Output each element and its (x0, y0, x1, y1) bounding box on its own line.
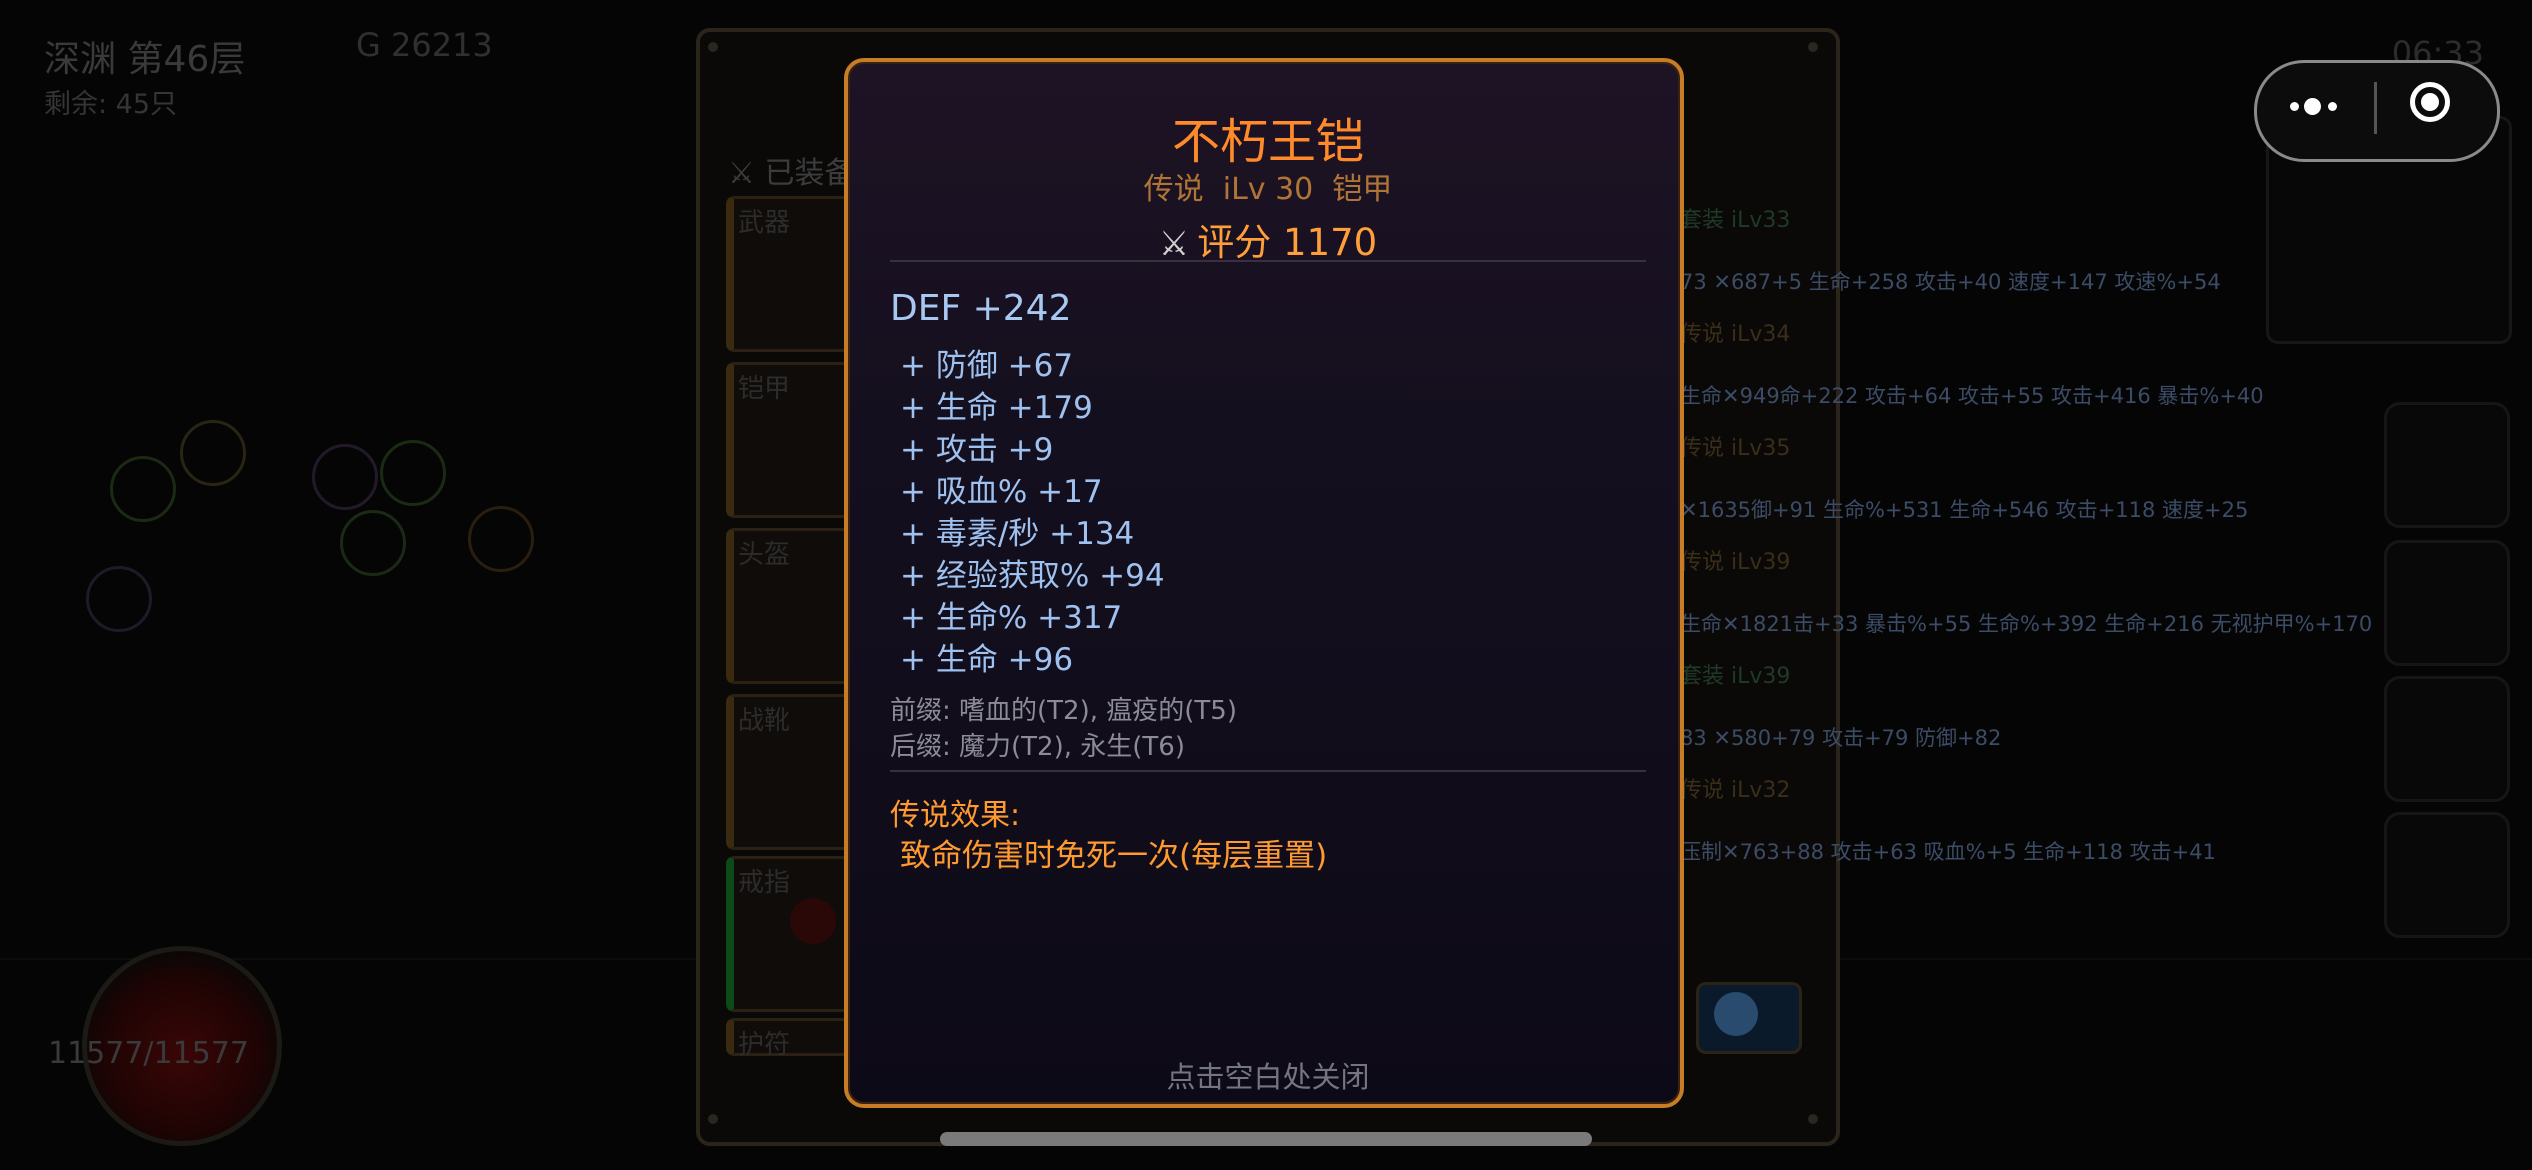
divider (890, 260, 1646, 262)
play-icon (1714, 992, 1758, 1036)
slot-label: 戒指 (738, 868, 791, 898)
slot-label: 护符 (738, 1030, 791, 1060)
slot-label: 铠甲 (738, 374, 791, 404)
legendary-effect-title: 传说效果: (890, 798, 1021, 833)
item-row-tag: 传说 iLv32 (1680, 778, 1791, 803)
stat-line: + 生命 +179 (900, 390, 1093, 426)
crossed-swords-icon: ⚔ (728, 156, 755, 191)
slot-label: 头盔 (738, 540, 791, 570)
stat-line: + 毒素/秒 +134 (900, 516, 1135, 552)
map-node (380, 440, 446, 506)
slot-label: 战靴 (738, 706, 791, 736)
panel-rivet (708, 1114, 718, 1124)
stat-line: + 生命% +317 (900, 600, 1123, 636)
stat-line: + 吸血% +17 (900, 474, 1103, 510)
slot-label: 武器 (738, 208, 791, 238)
mail-button[interactable] (2384, 812, 2510, 938)
stat-line: + 攻击 +9 (900, 432, 1054, 468)
gold-counter: G 26213 (356, 26, 493, 64)
more-dots-icon[interactable] (2282, 80, 2358, 136)
map-node (312, 444, 378, 510)
map-node (86, 566, 152, 632)
target-close-dot (2421, 93, 2439, 111)
stat-line: + 生命 +96 (900, 642, 1074, 678)
item-row-stats[interactable]: 83 ✕580+79 攻击+79 防御+82 (1680, 722, 2001, 752)
home-button[interactable] (2384, 402, 2510, 528)
map-node (340, 510, 406, 576)
item-row-stats[interactable]: 生命✕949命+222 攻击+64 攻击+55 攻击+416 暴击%+40 (1680, 380, 2264, 410)
item-row-tag: 传说 iLv39 (1680, 550, 1791, 575)
home-indicator[interactable] (940, 1132, 1592, 1146)
stat-line: + 经验获取% +94 (900, 558, 1165, 594)
divider (890, 770, 1646, 772)
map-node (468, 506, 534, 572)
hp-text: 11577/11577 (48, 1036, 249, 1071)
main-stat: DEF +242 (890, 288, 1072, 329)
map-node (180, 420, 246, 486)
item-row-tag: 套装 iLv33 (1680, 208, 1791, 233)
map-node (110, 456, 176, 522)
capsule-divider (2374, 82, 2377, 134)
panel-rivet (1808, 1114, 1818, 1124)
stat-line: + 防御 +67 (900, 348, 1074, 384)
item-row-stats[interactable]: 73 ✕687+5 生命+258 攻击+40 速度+147 攻速%+54 (1680, 266, 2221, 296)
remaining-enemies: 剩余: 45只 (44, 89, 178, 120)
ring-gem-icon (790, 898, 836, 944)
item-name: 不朽王铠 (1171, 114, 1364, 170)
prefix-text: 前缀: 嗜血的(T2), 瘟疫的(T5) (890, 696, 1237, 726)
item-score: ⚔ 评分 1170 (1158, 221, 1378, 264)
panel-rivet (1808, 42, 1818, 52)
item-row-tag: 传说 iLv34 (1680, 322, 1791, 347)
item-row-stats[interactable]: 生命✕1821击+33 暴击%+55 生命%+392 生命+216 无视护甲%+… (1680, 608, 2372, 638)
item-row-stats[interactable]: ✕1635御+91 生命%+531 生命+546 攻击+118 速度+25 (1680, 494, 2248, 524)
close-hint[interactable]: 点击空白处关闭 (848, 1054, 1688, 1096)
side-button[interactable] (2384, 540, 2510, 666)
equipped-section-title: ⚔ 已装备 (728, 156, 855, 191)
crossed-swords-icon: ⚔ (1158, 224, 1190, 264)
side-button[interactable] (2384, 676, 2510, 802)
suffix-text: 后缀: 魔力(T2), 永生(T6) (890, 732, 1185, 762)
floor-title: 深渊 第46层 (44, 39, 246, 80)
panel-rivet (708, 42, 718, 52)
item-row-tag: 传说 iLv35 (1680, 436, 1791, 461)
item-detail-modal: 不朽王铠 传说 iLv 30 铠甲 ⚔ 评分 1170 DEF +242 + 防御… (844, 58, 1684, 1108)
item-row-tag: 套装 iLv39 (1680, 664, 1791, 689)
item-row-stats[interactable]: 压制✕763+88 攻击+63 吸血%+5 生命+118 攻击+41 (1680, 836, 2216, 866)
item-subtitle: 传说 iLv 30 铠甲 (1143, 172, 1393, 207)
legendary-effect-text: 致命伤害时免死一次(每层重置) (900, 838, 1328, 874)
